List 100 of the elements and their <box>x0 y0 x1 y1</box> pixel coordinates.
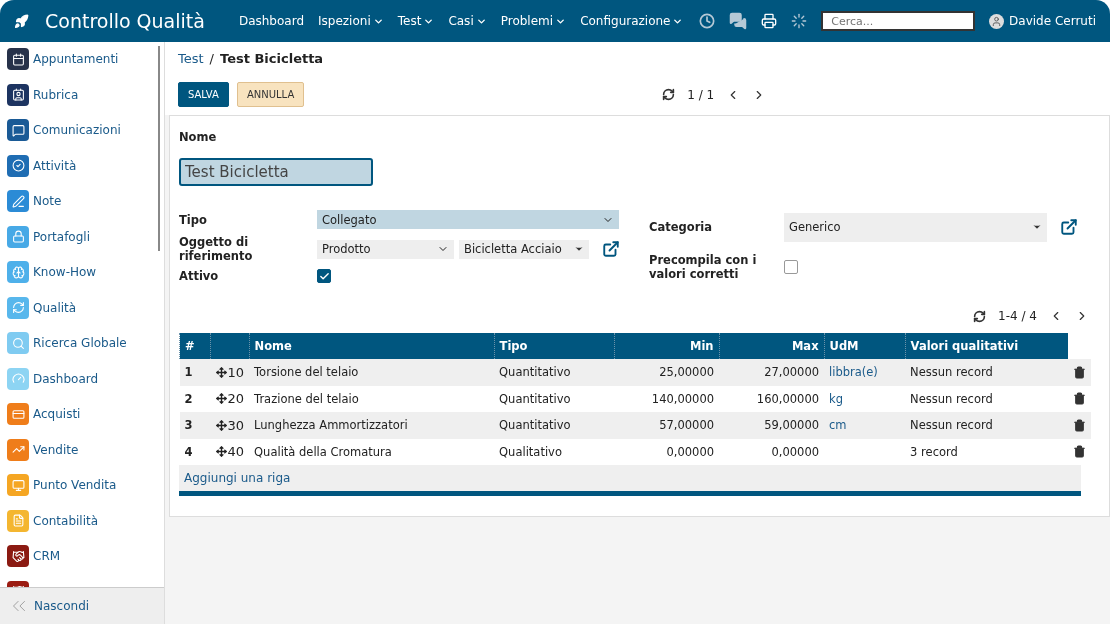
nav-menu-item[interactable]: Problemi <box>500 14 567 28</box>
save-button[interactable]: SALVA <box>178 82 229 107</box>
row-number: 2 <box>179 385 211 412</box>
table-cell: Quantitativo <box>494 385 615 412</box>
breadcrumb-link[interactable]: Test <box>178 51 204 66</box>
table-cell: 0,00000 <box>719 438 825 465</box>
pager-counter: 1-4 / 4 <box>998 309 1037 323</box>
column-header[interactable]: UdM <box>824 333 906 359</box>
table-cell: Qualità della Cromatura <box>249 438 495 465</box>
delete-icon[interactable] <box>1073 392 1086 406</box>
sidebar-item[interactable]: Punto Vendita <box>7 472 162 498</box>
sequence-handle[interactable]: 10 <box>215 364 245 380</box>
name-field[interactable]: Test Bicicletta <box>179 158 373 186</box>
clock-icon[interactable] <box>699 13 716 29</box>
caret-icon <box>1032 222 1042 232</box>
table-cell: 59,00000 <box>719 412 825 439</box>
table-cell: 0,00000 <box>614 438 720 465</box>
column-header[interactable]: Min <box>614 333 720 359</box>
field-label: Precompila con i valori corretti <box>649 252 758 281</box>
column-header[interactable]: Max <box>719 333 825 359</box>
field-label: Attivo <box>179 269 220 283</box>
external-link-icon[interactable] <box>1060 218 1078 236</box>
nav-menu-item[interactable]: Ispezioni <box>318 14 384 28</box>
sidebar-item[interactable]: Attività <box>7 152 162 179</box>
avatar-icon <box>989 13 1005 29</box>
table-cell: 140,00000 <box>614 385 720 412</box>
sidebar-item[interactable]: Acquisti <box>7 401 162 427</box>
sidebar-item[interactable]: Appuntamenti <box>7 46 162 72</box>
sidebar-item[interactable]: Comunicazioni <box>7 117 162 143</box>
external-link-icon[interactable] <box>602 240 620 258</box>
breadcrumb-separator: / <box>209 51 214 66</box>
delete-icon[interactable] <box>1073 418 1086 432</box>
unit-link[interactable]: libbra(e) <box>829 365 878 380</box>
nav-menu-item[interactable]: Dashboard <box>238 14 305 28</box>
sidebar-item[interactable]: Ricerca Globale <box>7 330 162 356</box>
row-number: 1 <box>179 359 211 386</box>
table-cell: 160,00000 <box>719 385 825 412</box>
table-cell: 25,00000 <box>614 359 720 386</box>
caret-icon <box>574 244 584 254</box>
sidebar-item[interactable]: Know-How <box>7 259 162 285</box>
sidebar-item[interactable]: CRM <box>7 543 162 569</box>
prefill-checkbox[interactable] <box>784 259 798 274</box>
delete-icon[interactable] <box>1073 445 1086 459</box>
pager-counter: 1 / 1 <box>687 87 715 102</box>
delete-icon[interactable] <box>1073 365 1086 379</box>
search-field[interactable]: Cerca... <box>821 11 976 31</box>
field-label: Nome <box>179 130 217 144</box>
record-select[interactable]: Bicicletta Acciaio <box>459 239 589 259</box>
category-select[interactable]: Generico <box>784 212 1047 242</box>
spinner-icon <box>791 13 808 29</box>
column-header[interactable]: Nome <box>249 333 495 359</box>
nav-menu-item[interactable]: Casi <box>448 14 487 28</box>
model-select[interactable]: Prodotto <box>317 239 454 259</box>
field-label: Oggetto di riferimento <box>179 235 254 263</box>
table-cell: Quantitativo <box>494 359 615 386</box>
row-number: 4 <box>179 438 211 465</box>
table-cell: Quantitativo <box>494 412 615 439</box>
unit-link[interactable]: kg <box>829 391 843 406</box>
active-checkbox[interactable] <box>317 269 331 283</box>
table-cell: Torsione del telaio <box>249 359 495 386</box>
sidebar-item[interactable]: Dashboard <box>7 365 162 392</box>
table-cell: Trazione del telaio <box>249 385 495 412</box>
unit-link[interactable]: cm <box>829 418 847 433</box>
column-header: # <box>179 333 211 359</box>
table-cell: 3 record <box>905 438 1068 465</box>
field-label: Tipo <box>179 212 208 227</box>
app-title: Controllo Qualità <box>45 10 205 32</box>
rocket-icon <box>14 13 29 29</box>
user-menu[interactable]: Davide Cerruti <box>989 13 1096 29</box>
add-row-link[interactable]: Aggiungi una riga <box>179 465 1081 491</box>
sidebar-item[interactable]: Rubrica <box>7 81 162 108</box>
sidebar-item[interactable]: Note <box>7 188 162 214</box>
type-select[interactable]: Collegato <box>317 210 619 229</box>
nav-menu-item[interactable]: Configurazione <box>580 14 684 28</box>
field-label: Categoria <box>649 220 713 234</box>
breadcrumb-current: Test Bicicletta <box>220 51 324 66</box>
column-header[interactable]: Tipo <box>494 333 615 359</box>
sidebar-item[interactable]: Vendite <box>7 436 162 463</box>
table-cell: Nessun record <box>905 359 1068 386</box>
sidebar-item[interactable]: Portafogli <box>7 223 162 250</box>
table-cell: Nessun record <box>905 385 1068 412</box>
table-cell: Nessun record <box>905 412 1068 439</box>
refresh-icon[interactable] <box>973 309 987 323</box>
cancel-button[interactable]: ANNULLA <box>236 82 305 107</box>
sidebar-item[interactable]: Contabilità <box>7 507 162 534</box>
column-header[interactable]: Valori qualitativi <box>905 333 1068 359</box>
refresh-icon[interactable] <box>662 88 676 101</box>
sequence-handle[interactable]: 20 <box>215 391 245 407</box>
printer-icon[interactable] <box>761 13 778 29</box>
sequence-handle[interactable]: 30 <box>215 417 245 433</box>
nav-menu-item[interactable]: Test <box>397 14 435 28</box>
table-cell: Lunghezza Ammortizzatori <box>249 412 495 439</box>
sidebar-item[interactable]: Qualità <box>7 294 162 321</box>
chat-icon[interactable] <box>729 12 748 30</box>
table-cell: 57,00000 <box>614 412 720 439</box>
table-cell: 27,00000 <box>719 359 825 386</box>
hide-sidebar-button[interactable]: Nascondi <box>0 587 164 624</box>
sequence-handle[interactable]: 40 <box>215 444 245 460</box>
row-number: 3 <box>179 412 211 439</box>
table-cell: Qualitativo <box>494 438 615 465</box>
